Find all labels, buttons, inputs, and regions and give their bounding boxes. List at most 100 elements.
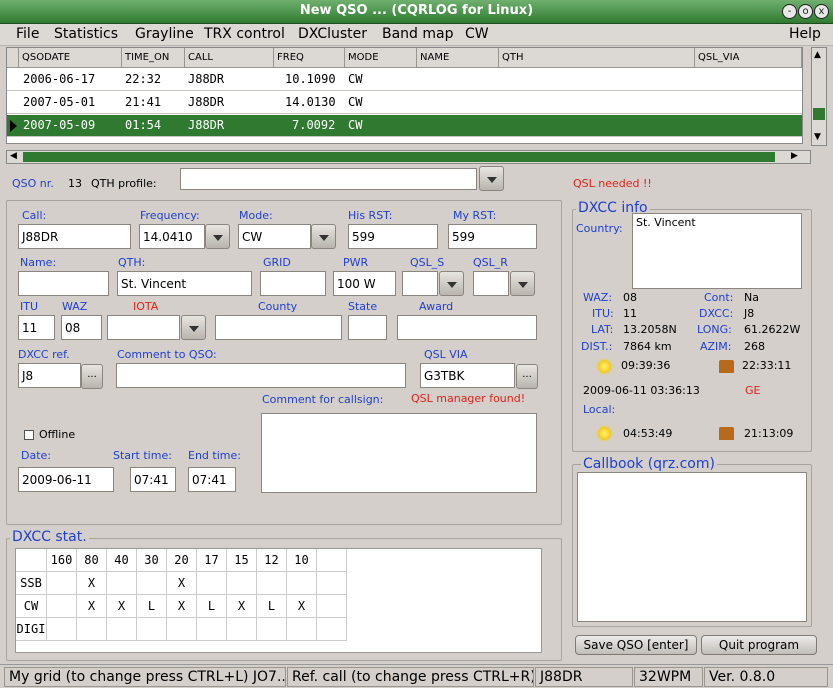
state-input[interactable] bbox=[348, 315, 387, 340]
scroll-down-icon[interactable]: ▼ bbox=[814, 132, 821, 142]
his-rst-input[interactable]: 599 bbox=[348, 224, 438, 249]
call-input[interactable]: J88DR bbox=[18, 224, 131, 249]
frequency-dropdown-button[interactable] bbox=[205, 224, 230, 249]
column-header[interactable]: TIME_ON bbox=[122, 48, 185, 68]
dxcc-stat-title: DXCC stat. bbox=[10, 529, 89, 545]
county-input[interactable] bbox=[215, 315, 342, 340]
comment-qso-label: Comment to QSO: bbox=[117, 348, 217, 361]
band-header: 160 bbox=[47, 549, 77, 572]
grid-input[interactable] bbox=[260, 271, 326, 296]
qth-profile-dropdown-button[interactable] bbox=[479, 166, 504, 191]
dxcc-ref-browse-button[interactable]: ... bbox=[81, 364, 103, 389]
qth-profile-select[interactable] bbox=[180, 168, 477, 190]
qsl-s-dropdown-button[interactable] bbox=[439, 271, 464, 296]
scroll-up-icon[interactable]: ▲ bbox=[814, 50, 821, 60]
comment-qso-input[interactable] bbox=[116, 363, 406, 388]
scroll-thumb[interactable] bbox=[813, 108, 825, 120]
stat-cell: L bbox=[197, 595, 227, 618]
menu-cw[interactable]: CW bbox=[465, 26, 489, 42]
menu-trx-control[interactable]: TRX control bbox=[204, 26, 285, 42]
column-header[interactable]: FREQ bbox=[274, 48, 345, 68]
column-header[interactable]: QSODATE bbox=[19, 48, 122, 68]
local-sunset-value: 21:13:09 bbox=[744, 427, 794, 440]
scroll-right-icon[interactable]: ▶ bbox=[791, 151, 798, 161]
save-qso-button[interactable]: Save QSO [enter] bbox=[575, 635, 697, 655]
name-input[interactable] bbox=[18, 271, 109, 296]
qth-label: QTH: bbox=[118, 256, 146, 269]
comment-callsign-textarea[interactable] bbox=[261, 413, 537, 493]
offline-checkbox[interactable] bbox=[24, 430, 34, 440]
stat-cell bbox=[137, 572, 167, 595]
pwr-input[interactable]: 100 W bbox=[333, 271, 396, 296]
lat-value: 13.2058N bbox=[623, 323, 677, 336]
frequency-label: Frequency: bbox=[140, 209, 200, 222]
itu-input[interactable]: 11 bbox=[18, 315, 55, 340]
status-version: Ver. 0.8.0 bbox=[704, 667, 828, 687]
qsl-via-input[interactable]: G3TBK bbox=[420, 363, 515, 388]
scroll-left-icon[interactable]: ◀ bbox=[10, 151, 17, 161]
ge-link[interactable]: GE bbox=[745, 384, 760, 397]
name-label: Name: bbox=[20, 256, 57, 269]
column-header[interactable]: QTH bbox=[499, 48, 695, 68]
h-scroll-thumb[interactable] bbox=[23, 152, 775, 162]
stat-cell: X bbox=[107, 595, 137, 618]
start-time-input[interactable]: 07:41 bbox=[130, 467, 176, 492]
table-row[interactable]: 2007-05-01 21:41 J88DR 14.0130 CW bbox=[7, 92, 802, 114]
country-textbox[interactable]: St. Vincent bbox=[632, 213, 802, 289]
local-sunrise-value: 04:53:49 bbox=[623, 427, 673, 440]
stat-cell-empty bbox=[317, 618, 347, 641]
column-header[interactable]: QSL_VIA bbox=[695, 48, 802, 68]
waz-label: WAZ bbox=[62, 300, 88, 313]
qth-input[interactable]: St. Vincent bbox=[117, 271, 252, 296]
mode-dropdown-button[interactable] bbox=[311, 224, 336, 249]
frequency-input[interactable]: 14.0410 bbox=[139, 224, 205, 249]
menu-grayline[interactable]: Grayline bbox=[135, 26, 194, 42]
waz-input[interactable]: 08 bbox=[61, 315, 102, 340]
end-time-input[interactable]: 07:41 bbox=[188, 467, 236, 492]
column-header[interactable]: CALL bbox=[185, 48, 274, 68]
table-row-selected[interactable]: 2007-05-09 01:54 J88DR 7.0092 CW bbox=[7, 115, 802, 137]
qsl-r-select[interactable] bbox=[473, 271, 509, 296]
quit-program-button[interactable]: Quit program bbox=[701, 635, 817, 655]
iota-dropdown-button[interactable] bbox=[181, 315, 206, 340]
stat-cell bbox=[167, 618, 197, 641]
column-header[interactable]: NAME bbox=[417, 48, 499, 68]
column-header[interactable]: MODE bbox=[345, 48, 417, 68]
mode-row-label: DIGI bbox=[16, 618, 47, 641]
grid-vertical-scrollbar[interactable]: ▲ ▼ bbox=[811, 47, 827, 146]
date-input[interactable]: 2009-06-11 bbox=[18, 467, 114, 492]
callbook-textbox[interactable] bbox=[577, 472, 807, 622]
mode-label: Mode: bbox=[239, 209, 273, 222]
my-rst-input[interactable]: 599 bbox=[448, 224, 537, 249]
sunrise-icon bbox=[598, 360, 611, 373]
qsl-s-label: QSL_S bbox=[410, 256, 445, 269]
stat-cell bbox=[197, 572, 227, 595]
band-header: 12 bbox=[257, 549, 287, 572]
close-icon[interactable]: x bbox=[814, 4, 829, 19]
grid-horizontal-scrollbar[interactable]: ◀ ▶ bbox=[6, 150, 811, 164]
qsl-via-browse-button[interactable]: ... bbox=[516, 364, 538, 389]
maximize-icon[interactable]: o bbox=[798, 4, 813, 19]
menu-statistics[interactable]: Statistics bbox=[54, 26, 118, 42]
award-input[interactable] bbox=[397, 315, 537, 340]
table-row[interactable]: 2006-06-17 22:32 J88DR 10.1090 CW bbox=[7, 69, 802, 91]
cell-time-on: 01:54 bbox=[125, 118, 162, 132]
iota-label: IOTA bbox=[133, 300, 159, 313]
menu-dxcluster[interactable]: DXCluster bbox=[298, 26, 367, 42]
dxcc-stat-table[interactable]: 160 80 40 30 20 17 15 12 10 SSB X X CW X X L X L X L X DIGI bbox=[15, 548, 542, 653]
menu-band-map[interactable]: Band map bbox=[382, 26, 454, 42]
row-pointer-icon bbox=[10, 120, 17, 132]
stat-cell bbox=[137, 618, 167, 641]
dist-value: 7864 km bbox=[623, 340, 672, 353]
qsl-r-dropdown-button[interactable] bbox=[510, 271, 535, 296]
minimize-icon[interactable]: - bbox=[782, 4, 797, 19]
iota-select[interactable] bbox=[107, 315, 180, 340]
menu-file[interactable]: File bbox=[16, 26, 39, 42]
qsl-s-select[interactable] bbox=[402, 271, 438, 296]
qso-history-grid[interactable]: QSODATE TIME_ON CALL FREQ MODE NAME QTH … bbox=[6, 47, 803, 144]
menu-help[interactable]: Help bbox=[789, 26, 821, 42]
mode-select[interactable]: CW bbox=[238, 224, 311, 249]
sunset-icon bbox=[719, 360, 734, 373]
itu-label: ITU bbox=[20, 300, 39, 313]
dxcc-ref-input[interactable]: J8 bbox=[18, 363, 81, 388]
